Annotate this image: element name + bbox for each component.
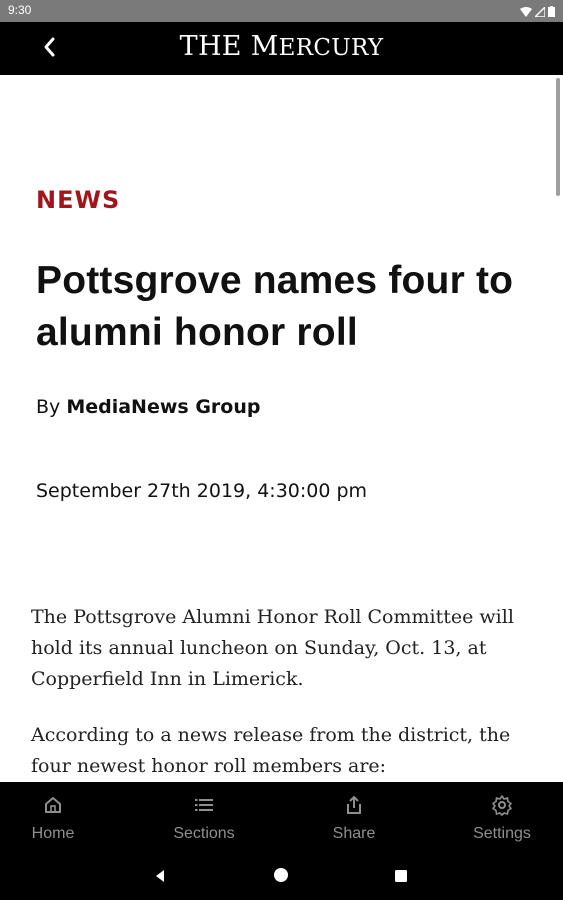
article-headline: Pottsgrove names four to alumni honor ro…	[36, 259, 514, 354]
nav-label-home: Home	[31, 825, 75, 842]
status-bar: 9:30	[0, 0, 563, 22]
nav-item-share[interactable]: Share	[294, 782, 414, 854]
article-paragraph: According to a news release from the dis…	[31, 724, 511, 777]
article-category[interactable]: NEWS	[36, 186, 120, 214]
app-header: THE MERCURY	[0, 22, 563, 75]
status-time: 9:30	[8, 3, 32, 17]
nav-label-sections: Sections	[173, 825, 235, 842]
wifi-icon	[520, 2, 532, 21]
article-paragraph: The Pottsgrove Alumni Honor Roll Committ…	[31, 606, 514, 690]
masthead-the: THE	[179, 31, 251, 62]
bottom-nav: Home Sections Share Settings	[0, 782, 563, 854]
nav-item-sections[interactable]: Sections	[144, 782, 264, 854]
signal-icon	[533, 2, 546, 21]
back-triangle-icon	[153, 868, 167, 887]
masthead-logo: THE MERCURY	[0, 30, 563, 65]
system-nav-bar	[0, 854, 563, 900]
battery-icon	[548, 2, 555, 21]
home-circle-icon	[273, 867, 289, 887]
nav-label-share: Share	[332, 825, 376, 842]
nav-item-settings[interactable]: Settings	[442, 782, 562, 854]
system-back-button[interactable]	[150, 867, 170, 887]
byline-prefix: By	[36, 396, 67, 418]
status-icons	[520, 4, 555, 18]
masthead-rest: ERCURY	[278, 35, 384, 61]
nav-label-settings: Settings	[473, 825, 531, 842]
gear-icon	[491, 794, 513, 816]
system-home-button[interactable]	[271, 867, 291, 887]
article-content: NEWS Pottsgrove names four to alumni hon…	[0, 75, 563, 782]
nav-item-home[interactable]: Home	[0, 782, 113, 854]
system-recents-button[interactable]	[391, 867, 411, 887]
list-icon	[193, 794, 215, 816]
masthead-m: M	[250, 31, 279, 62]
article-date: September 27th 2019, 4:30:00 pm	[36, 480, 368, 502]
byline-author: MediaNews Group	[66, 396, 261, 418]
article-byline: By MediaNews Group	[36, 396, 260, 418]
home-icon	[42, 794, 64, 816]
share-icon	[343, 794, 365, 816]
recents-square-icon	[394, 868, 408, 887]
